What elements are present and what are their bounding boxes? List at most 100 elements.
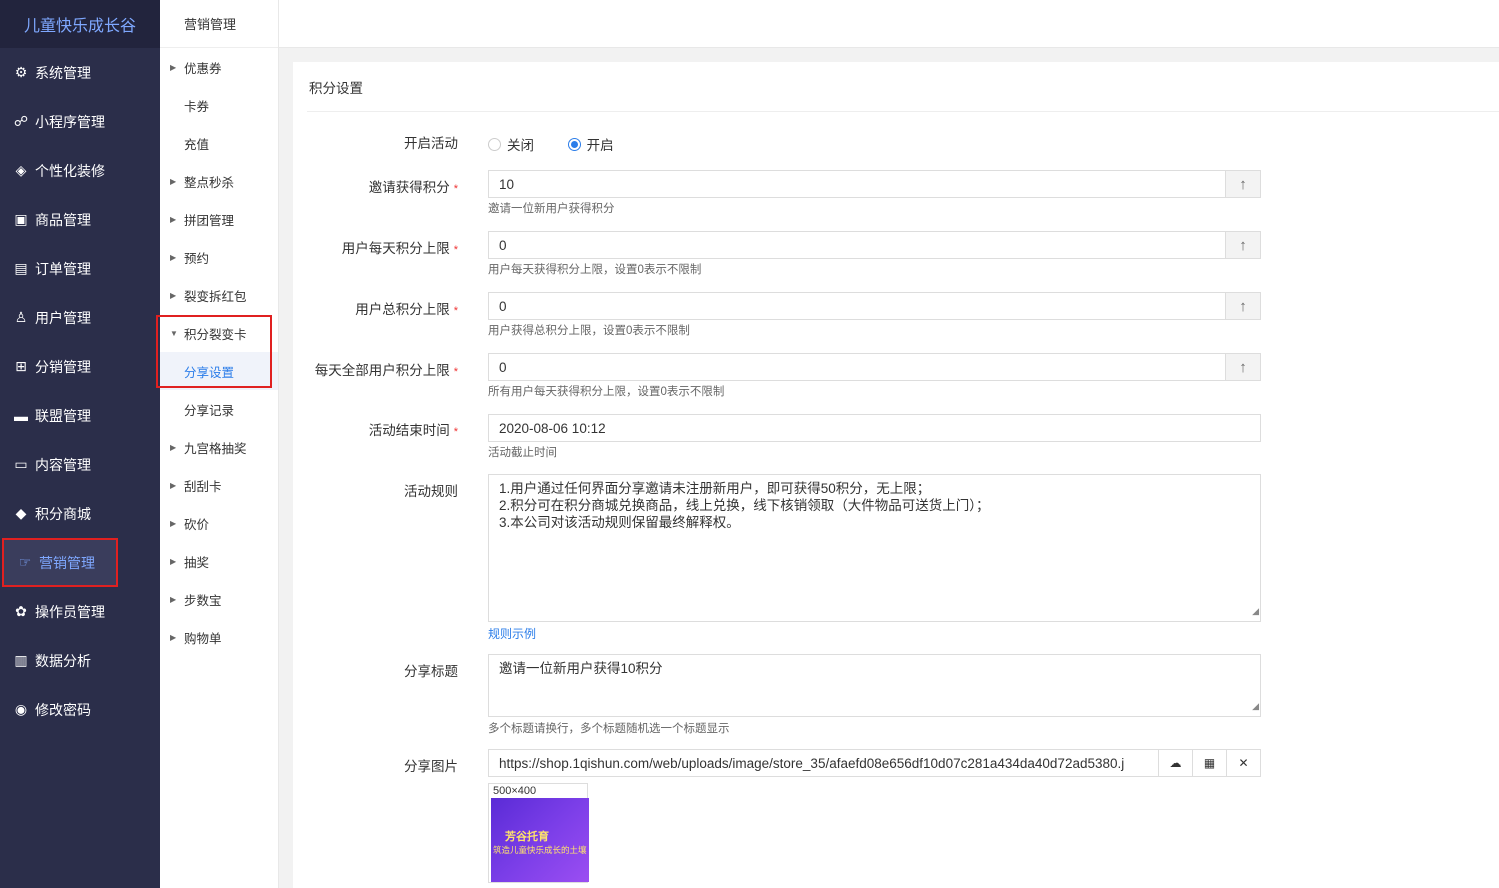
sub-nav-label: 整点秒杀 [184, 175, 235, 190]
sub-nav-item-0[interactable]: ▶ 优惠券 [160, 48, 278, 86]
gallery-grid-icon[interactable]: ▦ [1192, 750, 1226, 776]
store-icon: ▬ [14, 407, 28, 424]
nav-item-7[interactable]: ▬ 联盟管理 [0, 391, 160, 440]
arrow-up-icon[interactable]: ↑ [1225, 293, 1260, 319]
radio-off[interactable]: 关闭 [488, 134, 534, 154]
sub-nav-label: 预约 [184, 251, 210, 266]
nav-item-2[interactable]: ◈ 个性化装修 [0, 146, 160, 195]
arrow-up-icon[interactable]: ↑ [1225, 354, 1260, 380]
invite-label: 邀请获得积分 [368, 180, 450, 195]
nav-item-5[interactable]: ♙ 用户管理 [0, 293, 160, 342]
tree-icon: ⊞ [15, 358, 27, 374]
radio-on[interactable]: 开启 [567, 134, 614, 154]
all-daily-label: 每天全部用户积分上限 [314, 363, 450, 378]
thumbnail-subtitle: 筑造儿童快乐成长的土壤 [493, 845, 587, 855]
sub-nav-label: 充值 [184, 137, 210, 152]
sub-nav-item-15[interactable]: ▶ 购物单 [160, 618, 278, 656]
sub-nav-item-13[interactable]: ▶ 抽奖 [160, 542, 278, 580]
main-sidebar: 儿童快乐成长谷 ⚙ 系统管理 ☍ 小程序管理 ◈ 个性化装修 ▣ 商品管理 ▤ 订单管理 ♙ 用户管理… [0, 0, 160, 888]
total-limit-input[interactable]: 0 ↑ [488, 292, 1261, 320]
nav-item-label: 用户管理 [35, 309, 91, 326]
arrow-up-icon[interactable]: ↑ [1225, 232, 1260, 258]
nav-item-12[interactable]: ▥ 数据分析 [0, 636, 160, 685]
nav-item-0[interactable]: ⚙ 系统管理 [0, 48, 160, 97]
nav-item-8[interactable]: ▭ 内容管理 [0, 440, 160, 489]
share-image-thumbnail: 芳谷托育 筑造儿童快乐成长的土壤 [491, 798, 589, 882]
caret-right-icon: ▶ [170, 214, 177, 224]
nav-item-label: 商品管理 [35, 211, 91, 228]
sub-nav-item-5[interactable]: ▶ 预约 [160, 238, 278, 276]
caret-right-icon: ▶ [170, 442, 177, 452]
sub-nav-label: 优惠券 [184, 61, 222, 76]
arrow-up-icon[interactable]: ↑ [1225, 171, 1260, 197]
sub-nav-label: 步数宝 [184, 593, 222, 608]
end-time-input[interactable]: 2020-08-06 10:12 [488, 414, 1261, 442]
caret-right-icon: ▶ [170, 518, 177, 528]
daily-label: 用户每天积分上限 [341, 241, 450, 256]
sub-nav-item-9[interactable]: 分享记录 [160, 390, 278, 428]
hand-icon: ☞ [18, 554, 32, 570]
top-bar [279, 0, 1499, 48]
nav-item-label: 数据分析 [35, 652, 91, 669]
share-title-textarea[interactable]: 邀请一位新用户获得10积分 ◢ [488, 654, 1261, 717]
sub-nav-item-11[interactable]: ▶ 刮刮卡 [160, 466, 278, 504]
share-title-label: 分享标题 [404, 664, 458, 679]
cube-icon: ◆ [15, 505, 27, 521]
nav-item-13[interactable]: ◉ 修改密码 [0, 685, 160, 734]
sub-sidebar-title: 营销管理 [160, 0, 278, 48]
upload-cloud-icon[interactable]: ☁ [1158, 750, 1192, 776]
daily-limit-input[interactable]: 0 ↑ [488, 231, 1261, 259]
sub-nav-item-1[interactable]: 卡券 [160, 86, 278, 124]
nav-item-label: 内容管理 [35, 456, 91, 473]
image-size-label: 500×400 [493, 785, 537, 797]
clear-close-icon[interactable]: ✕ [1226, 750, 1260, 776]
sub-nav-item-2[interactable]: 充值 [160, 124, 278, 162]
caret-right-icon: ▶ [170, 594, 177, 604]
nav-item-label: 订单管理 [35, 260, 91, 277]
nav-item-6[interactable]: ⊞ 分销管理 [0, 342, 160, 391]
rules-example-link[interactable]: 规则示例 [488, 625, 1261, 642]
sub-nav-label: 裂变拆红包 [184, 289, 247, 304]
sub-nav-item-3[interactable]: ▶ 整点秒杀 [160, 162, 278, 200]
content-icon: ▭ [14, 456, 28, 472]
resize-grip-icon[interactable]: ◢ [1252, 603, 1259, 620]
nav-item-label: 营销管理 [39, 554, 95, 571]
rules-textarea[interactable]: 1.用户通过任何界面分享邀请未注册新用户，即可获得50积分，无上限； 2.积分可… [488, 474, 1261, 622]
gear-icon: ⚙ [14, 64, 28, 80]
total-help: 用户获得总积分上限，设置0表示不限制 [488, 325, 690, 337]
all-daily-limit-input[interactable]: 0 ↑ [488, 353, 1261, 381]
thumbnail-title: 芳谷托育 [505, 831, 549, 843]
nav-item-4[interactable]: ▤ 订单管理 [0, 244, 160, 293]
sub-nav-label: 购物单 [184, 631, 222, 646]
invite-points-input[interactable]: 10 ↑ [488, 170, 1261, 198]
nav-item-label: 积分商城 [35, 505, 91, 522]
invite-help: 邀请一位新用户获得积分 [488, 203, 615, 215]
cog-icon: ✿ [15, 603, 27, 619]
nav-item-11[interactable]: ✿ 操作员管理 [0, 587, 160, 636]
nav-item-label: 修改密码 [35, 701, 91, 718]
sub-nav-item-10[interactable]: ▶ 九宫格抽奖 [160, 428, 278, 466]
caret-right-icon: ▶ [170, 480, 177, 490]
nav-item-3[interactable]: ▣ 商品管理 [0, 195, 160, 244]
resize-grip-icon[interactable]: ◢ [1252, 698, 1259, 715]
nav-item-10[interactable]: ☞ 营销管理 [2, 538, 118, 587]
brand-title: 儿童快乐成长谷 [0, 0, 160, 48]
caret-right-icon: ▶ [170, 62, 177, 72]
sub-nav-item-6[interactable]: ▶ 裂变拆红包 [160, 276, 278, 314]
sub-nav-item-14[interactable]: ▶ 步数宝 [160, 580, 278, 618]
sub-sidebar: 营销管理 ▶ 优惠券 卡券 充值 ▶ 整点秒杀 ▶ 拼团管理 ▶ 预约 ▶ 裂变拆红包 ▼ 积分裂变卡 分享… [160, 0, 279, 888]
share-image-preview: 500×400 芳谷托育 筑造儿童快乐成长的土壤 [488, 783, 589, 883]
sub-nav-label: 卡券 [184, 99, 210, 114]
chart-icon: ▥ [14, 652, 28, 668]
nav-item-label: 分销管理 [35, 358, 91, 375]
sub-nav-item-12[interactable]: ▶ 砍价 [160, 504, 278, 542]
share-image-label: 分享图片 [404, 759, 458, 774]
nav-item-label: 操作员管理 [35, 603, 105, 620]
nav-item-9[interactable]: ◆ 积分商城 [0, 489, 160, 538]
sub-nav-label: 砍价 [184, 517, 210, 532]
share-image-url-input[interactable]: https://shop.1qishun.com/web/uploads/ima… [488, 749, 1261, 777]
sub-nav-item-4[interactable]: ▶ 拼团管理 [160, 200, 278, 238]
nav-item-1[interactable]: ☍ 小程序管理 [0, 97, 160, 146]
sub-nav-label: 抽奖 [184, 555, 210, 570]
diamond-icon: ◈ [15, 162, 27, 178]
